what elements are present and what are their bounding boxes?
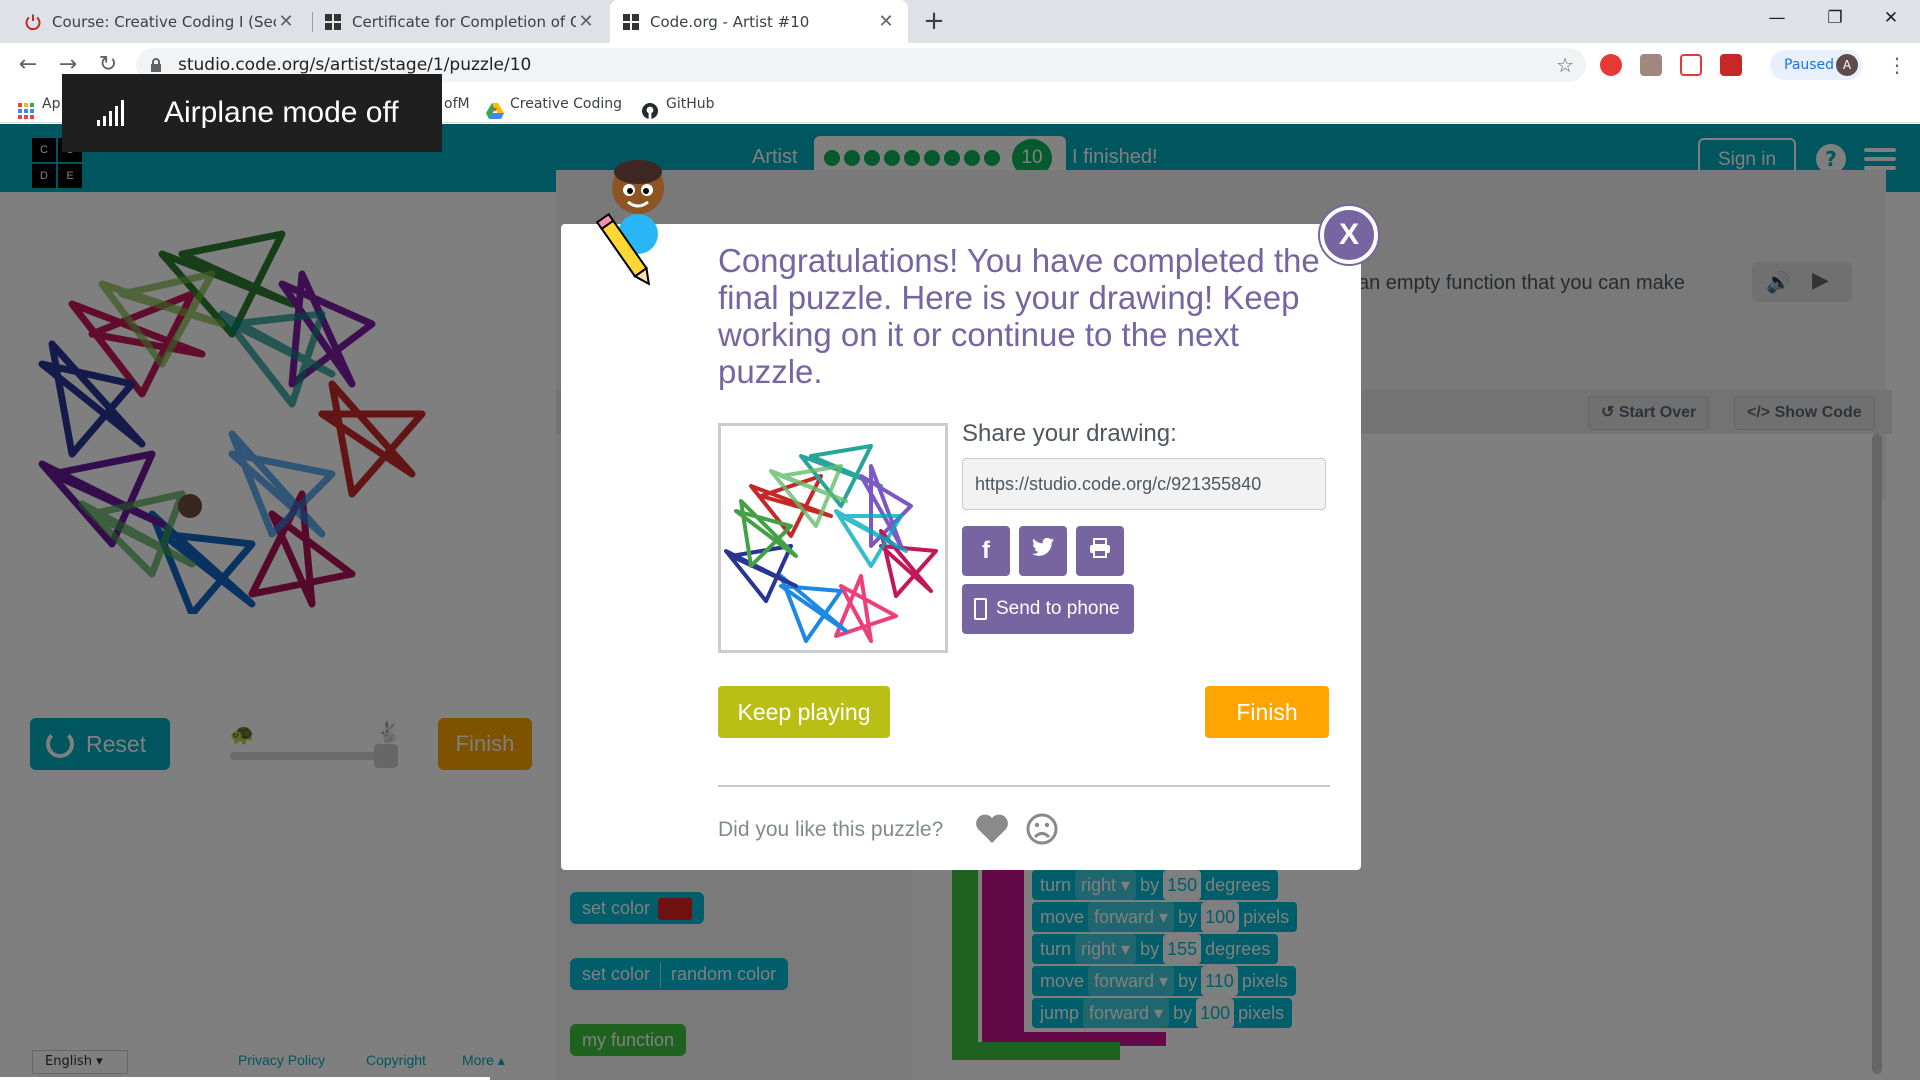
profile-status: Paused bbox=[1784, 57, 1835, 73]
tab-title: Code.org - Artist #10 bbox=[650, 12, 810, 31]
printer-icon bbox=[1089, 537, 1111, 565]
close-tab-icon[interactable]: ✕ bbox=[276, 11, 296, 32]
heart-icon[interactable] bbox=[974, 810, 1010, 846]
close-dialog-button[interactable]: X bbox=[1320, 206, 1378, 264]
share-url-input[interactable] bbox=[962, 458, 1326, 510]
close-tab-icon[interactable]: ✕ bbox=[576, 11, 596, 32]
print-button[interactable] bbox=[1076, 526, 1124, 576]
drawing-thumbnail bbox=[718, 423, 948, 653]
bookmark-label: GitHub bbox=[666, 96, 715, 112]
facebook-share-button[interactable]: f bbox=[962, 526, 1010, 576]
new-tab-button[interactable]: + bbox=[918, 6, 950, 38]
signal-bars-icon bbox=[96, 98, 126, 128]
dialog-divider bbox=[718, 785, 1330, 787]
send-to-phone-label: Send to phone bbox=[996, 598, 1120, 619]
apps-grid-icon bbox=[18, 97, 34, 119]
phone-icon bbox=[974, 598, 987, 620]
menu-icon[interactable]: ⋮ bbox=[1882, 49, 1912, 81]
bookmark-star-icon[interactable]: ☆ bbox=[1556, 48, 1574, 82]
code-org-icon bbox=[622, 13, 640, 31]
power-icon bbox=[24, 13, 42, 31]
drive-icon bbox=[486, 97, 504, 119]
github-icon bbox=[642, 97, 658, 119]
avatar: A bbox=[1836, 54, 1858, 76]
extension-opera-icon[interactable] bbox=[1600, 54, 1622, 76]
frown-face-icon[interactable] bbox=[1025, 812, 1059, 846]
notification-text: Airplane mode off bbox=[164, 96, 399, 129]
share-label: Share your drawing: bbox=[962, 420, 1177, 447]
congratulations-message: Congratulations! You have completed the … bbox=[718, 242, 1320, 390]
bookmark-label: Creative Coding bbox=[510, 96, 623, 112]
bookmark-ofm[interactable]: ofM bbox=[444, 86, 470, 123]
code-org-icon bbox=[324, 13, 342, 31]
keep-playing-button[interactable]: Keep playing bbox=[718, 686, 890, 738]
facebook-icon: f bbox=[982, 537, 990, 564]
tab-strip: Course: Creative Coding I (Sect: S ✕ Cer… bbox=[0, 0, 1920, 43]
tab-certificate[interactable]: Certificate for Completion of One ✕ bbox=[312, 0, 608, 43]
back-button[interactable]: ← bbox=[12, 49, 44, 81]
airplane-mode-notification: Airplane mode off bbox=[62, 74, 442, 152]
bookmark-apps[interactable]: Ap bbox=[18, 86, 60, 123]
restore-button[interactable]: ❐ bbox=[1806, 0, 1864, 36]
artist-mascot bbox=[586, 156, 696, 286]
twitter-icon bbox=[1031, 537, 1055, 565]
extension-shield-icon[interactable] bbox=[1720, 54, 1742, 76]
profile-button[interactable]: Paused A bbox=[1770, 50, 1862, 80]
bookmark-creative-coding[interactable]: Creative Coding bbox=[486, 86, 622, 123]
close-window-button[interactable]: ✕ bbox=[1862, 0, 1920, 36]
extension-pdf-icon[interactable] bbox=[1640, 54, 1662, 76]
tab-artist[interactable]: Code.org - Artist #10 ✕ bbox=[610, 0, 908, 43]
tab-title: Course: Creative Coding I (Sect: S bbox=[52, 12, 276, 31]
bookmark-label: Ap bbox=[42, 96, 61, 112]
bookmark-github[interactable]: GitHub bbox=[642, 86, 715, 123]
twitter-share-button[interactable] bbox=[1019, 526, 1067, 576]
feedback-question: Did you like this puzzle? bbox=[718, 818, 944, 841]
extension-pocket-icon[interactable] bbox=[1680, 54, 1702, 76]
tab-course[interactable]: Course: Creative Coding I (Sect: S ✕ bbox=[12, 0, 308, 43]
close-tab-icon[interactable]: ✕ bbox=[876, 11, 896, 32]
send-to-phone-button[interactable]: Send to phone bbox=[962, 584, 1134, 634]
tab-title: Certificate for Completion of One bbox=[352, 12, 576, 31]
finish-button[interactable]: Finish bbox=[1205, 686, 1329, 738]
bookmark-label: ofM bbox=[444, 96, 470, 112]
minimize-button[interactable]: — bbox=[1748, 0, 1806, 36]
